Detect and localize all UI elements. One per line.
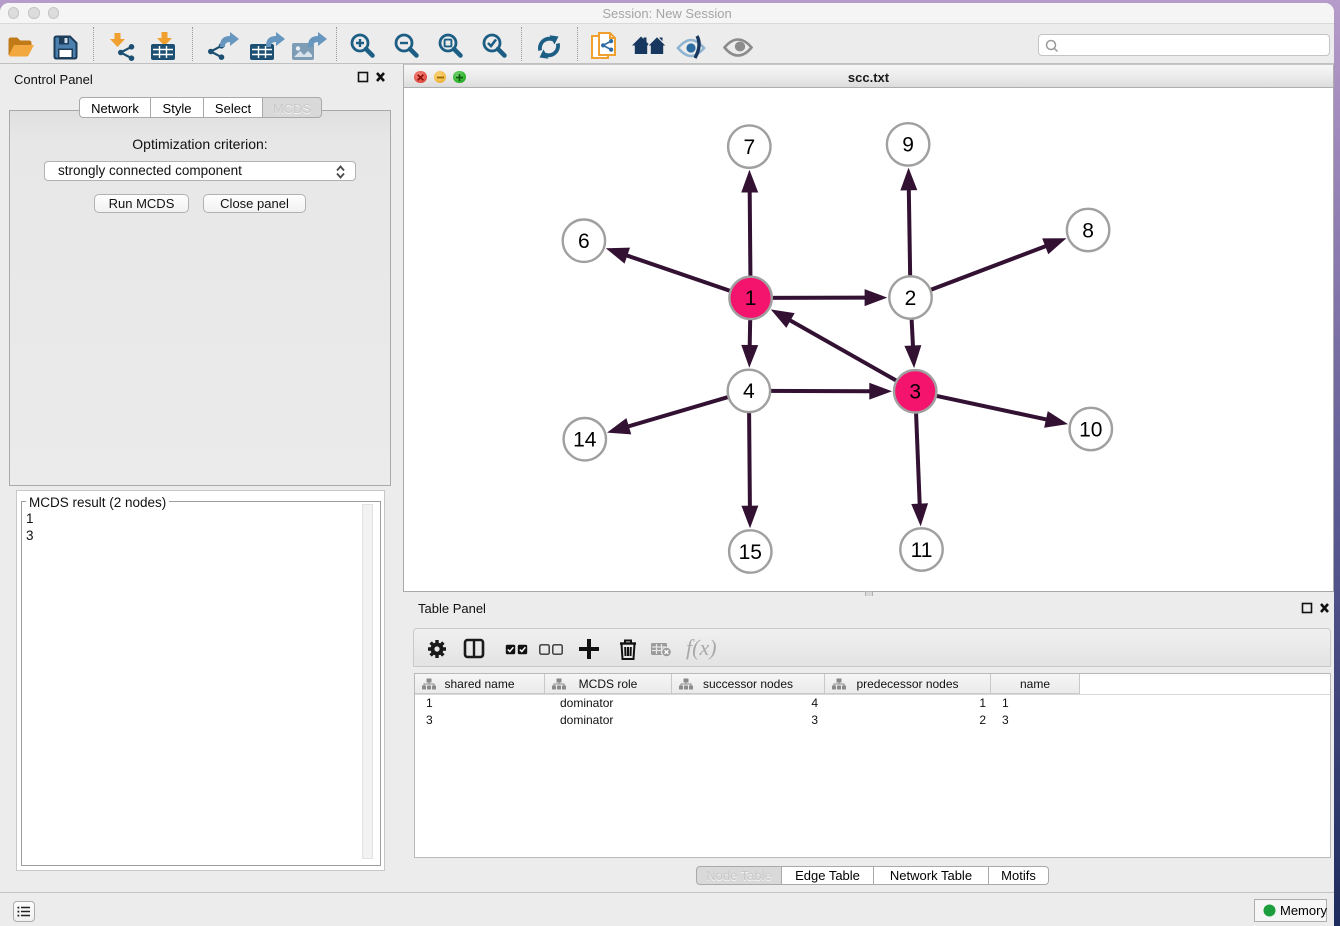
svg-text:4: 4: [743, 380, 755, 403]
svg-text:11: 11: [911, 539, 933, 562]
svg-text:6: 6: [578, 230, 590, 253]
svg-text:10: 10: [1079, 418, 1102, 441]
svg-text:14: 14: [573, 429, 597, 452]
svg-text:7: 7: [743, 136, 755, 159]
svg-text:8: 8: [1082, 219, 1094, 242]
svg-text:9: 9: [902, 134, 914, 157]
svg-text:3: 3: [909, 381, 921, 404]
svg-text:1: 1: [745, 287, 757, 310]
svg-text:2: 2: [905, 287, 917, 310]
svg-text:15: 15: [739, 541, 762, 564]
